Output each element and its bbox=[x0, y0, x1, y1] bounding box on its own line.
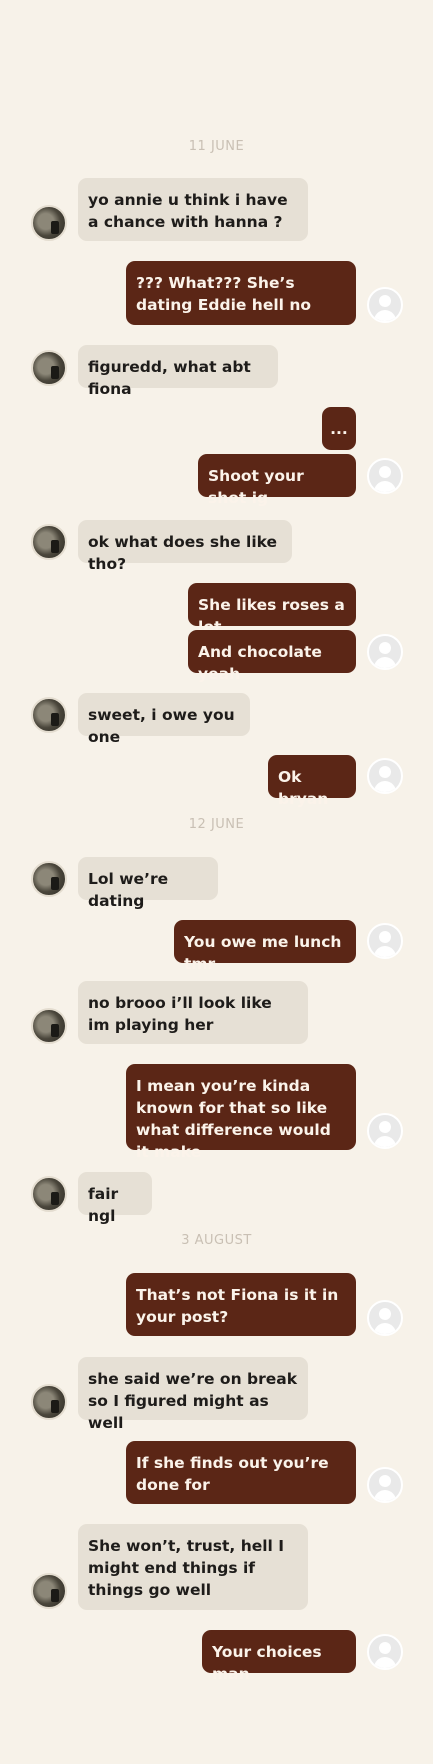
outgoing-message[interactable]: Ok bryan bbox=[268, 755, 356, 808]
outgoing-message[interactable]: And chocolate yeah bbox=[188, 630, 356, 683]
date-separator: 3 AUGUST bbox=[181, 1233, 252, 1248]
incoming-message[interactable]: she said we’re on break so I figured mig… bbox=[78, 1357, 308, 1432]
outgoing-message[interactable]: Shoot your shot ig bbox=[198, 454, 356, 507]
outgoing-message[interactable]: If she finds out you’re done for bbox=[126, 1441, 356, 1504]
outgoing-message[interactable]: She likes roses a lot bbox=[188, 583, 356, 636]
user-avatar[interactable] bbox=[367, 1467, 403, 1503]
user-avatar[interactable] bbox=[367, 634, 403, 670]
outgoing-message[interactable]: You owe me lunch tmr bbox=[174, 920, 356, 973]
contact-avatar[interactable] bbox=[31, 1176, 67, 1212]
contact-avatar[interactable] bbox=[31, 350, 67, 386]
contact-avatar[interactable] bbox=[31, 1384, 67, 1420]
outgoing-message[interactable]: ... bbox=[322, 407, 356, 450]
user-avatar[interactable] bbox=[367, 1300, 403, 1336]
user-avatar[interactable] bbox=[367, 1634, 403, 1670]
contact-avatar[interactable] bbox=[31, 697, 67, 733]
incoming-message[interactable]: sweet, i owe you one bbox=[78, 693, 250, 746]
contact-avatar[interactable] bbox=[31, 205, 67, 241]
contact-avatar[interactable] bbox=[31, 524, 67, 560]
date-separator: 11 JUNE bbox=[188, 139, 245, 154]
incoming-message[interactable]: figuredd, what abt fiona bbox=[78, 345, 278, 398]
user-avatar[interactable] bbox=[367, 1113, 403, 1149]
outgoing-message[interactable]: Your choices man bbox=[202, 1630, 356, 1683]
user-avatar[interactable] bbox=[367, 458, 403, 494]
incoming-message[interactable]: no brooo i’ll look like im playing her bbox=[78, 981, 308, 1044]
chat-thread: 11 JUNE 12 JUNE 3 AUGUST yo annie u thin… bbox=[0, 0, 433, 1764]
date-separator: 12 JUNE bbox=[188, 817, 245, 832]
outgoing-message[interactable]: I mean you’re kinda known for that so li… bbox=[126, 1064, 356, 1161]
user-avatar[interactable] bbox=[367, 287, 403, 323]
user-avatar[interactable] bbox=[367, 758, 403, 794]
user-avatar[interactable] bbox=[367, 923, 403, 959]
incoming-message[interactable]: yo annie u think i have a chance with ha… bbox=[78, 178, 308, 241]
incoming-message[interactable]: She won’t, trust, hell I might end thing… bbox=[78, 1524, 308, 1610]
outgoing-message[interactable]: That’s not Fiona is it in your post? bbox=[126, 1273, 356, 1336]
outgoing-message[interactable]: ??? What??? She’s dating Eddie hell no bbox=[126, 261, 356, 325]
incoming-message[interactable]: Lol we’re dating bbox=[78, 857, 218, 910]
contact-avatar[interactable] bbox=[31, 1573, 67, 1609]
incoming-message[interactable]: ok what does she like tho? bbox=[78, 520, 292, 573]
contact-avatar[interactable] bbox=[31, 861, 67, 897]
incoming-message[interactable]: fair ngl bbox=[78, 1172, 152, 1225]
contact-avatar[interactable] bbox=[31, 1008, 67, 1044]
